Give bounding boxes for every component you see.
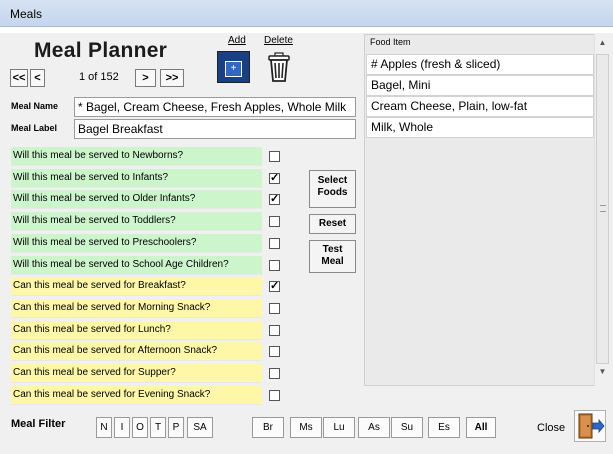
add-button[interactable]: +	[217, 51, 250, 83]
question-label: Can this meal be served for Breakfast?	[11, 277, 262, 297]
question-checkbox[interactable]: ✓	[269, 281, 280, 293]
filter-button-br[interactable]: Br	[252, 417, 284, 438]
question-label: Will this meal be served to School Age C…	[11, 255, 262, 275]
test-meal-line2: Meal	[321, 256, 344, 267]
question-label: Will this meal be served to Preschoolers…	[11, 233, 262, 253]
add-label[interactable]: Add	[228, 35, 246, 46]
select-foods-button[interactable]: Select Foods	[309, 170, 356, 208]
filter-button-as[interactable]: As	[358, 417, 390, 438]
question-checkbox[interactable]	[269, 259, 280, 271]
scroll-up-arrow-icon[interactable]: ▲	[596, 38, 609, 47]
filter-button-su[interactable]: Su	[391, 417, 423, 438]
filter-button-ms[interactable]: Ms	[290, 417, 322, 438]
test-meal-button[interactable]: Test Meal	[309, 240, 356, 273]
food-list-item[interactable]: Milk, Whole	[366, 117, 594, 138]
window-title: Meals	[10, 7, 43, 21]
trash-can-icon	[268, 52, 290, 82]
question-label: Will this meal be served to Infants?	[11, 168, 262, 188]
meal-name-label: Meal Name	[11, 101, 59, 111]
next-record-button[interactable]: >	[135, 69, 156, 87]
question-label: Can this meal be served for Evening Snac…	[11, 385, 262, 405]
first-record-button[interactable]: <<	[10, 69, 28, 87]
question-checkbox[interactable]: ✓	[269, 172, 280, 184]
question-checkbox[interactable]	[269, 324, 280, 336]
meal-filter-label: Meal Filter	[11, 418, 66, 430]
reset-button[interactable]: Reset	[309, 214, 356, 234]
filter-button-n[interactable]: N	[96, 417, 112, 438]
previous-record-button[interactable]: <	[30, 69, 45, 87]
close-button[interactable]	[574, 410, 606, 442]
question-label: Can this meal be served for Supper?	[11, 364, 262, 383]
scroll-thumb[interactable]	[596, 54, 609, 364]
question-label: Will this meal be served to Newborns?	[11, 147, 262, 166]
filter-button-es[interactable]: Es	[428, 417, 460, 438]
question-checkbox[interactable]	[269, 346, 280, 358]
meal-name-field[interactable]: * Bagel, Cream Cheese, Fresh Apples, Who…	[74, 97, 356, 117]
question-label: Will this meal be served to Toddlers?	[11, 212, 262, 232]
scroll-down-arrow-icon[interactable]: ▼	[596, 367, 609, 376]
filter-button-o[interactable]: O	[132, 417, 148, 438]
filter-button-p[interactable]: P	[168, 417, 184, 438]
close-label[interactable]: Close	[537, 422, 565, 434]
question-checkbox[interactable]: ✓	[269, 194, 280, 206]
question-checkbox[interactable]	[269, 368, 280, 379]
meal-label-label: Meal Label	[11, 123, 58, 133]
food-list-item[interactable]: Cream Cheese, Plain, low-fat	[366, 96, 594, 117]
question-checkbox[interactable]	[269, 216, 280, 228]
filter-button-t[interactable]: T	[150, 417, 166, 438]
test-meal-line1: Test	[322, 244, 343, 255]
question-checkbox[interactable]	[269, 151, 280, 162]
filter-button-all[interactable]: All	[466, 417, 496, 438]
scroll-grip-icon	[600, 205, 606, 212]
page-title: Meal Planner	[34, 39, 168, 62]
meal-label-field[interactable]: Bagel Breakfast	[74, 119, 356, 139]
meals-window: Meals Meal Planner << < 1 of 152 > >> Ad…	[0, 0, 613, 454]
filter-button-i[interactable]: I	[114, 417, 130, 438]
food-list-header: Food Item	[370, 37, 411, 47]
select-foods-line1: Select	[317, 175, 348, 186]
top-strip	[0, 27, 613, 33]
question-checkbox[interactable]	[269, 237, 280, 249]
exit-door-icon	[578, 413, 605, 439]
question-label: Can this meal be served for Morning Snac…	[11, 298, 262, 318]
record-counter: 1 of 152	[79, 71, 119, 83]
question-label: Can this meal be served for Lunch?	[11, 320, 262, 340]
delete-button[interactable]	[263, 51, 295, 83]
question-label: Can this meal be served for Afternoon Sn…	[11, 342, 262, 362]
question-checkbox[interactable]	[269, 389, 280, 401]
select-foods-line2: Foods	[317, 187, 348, 198]
question-checkbox[interactable]	[269, 302, 280, 314]
delete-label[interactable]: Delete	[264, 35, 293, 46]
filter-button-lu[interactable]: Lu	[323, 417, 355, 438]
food-list-item[interactable]: Bagel, Mini	[366, 75, 594, 96]
last-record-button[interactable]: >>	[160, 69, 184, 87]
question-label: Will this meal be served to Older Infant…	[11, 190, 262, 210]
window-titlebar: Meals	[0, 0, 613, 27]
food-list-item[interactable]: # Apples (fresh & sliced)	[366, 54, 594, 75]
filter-button-sa[interactable]: SA	[187, 417, 213, 438]
add-record-icon: +	[225, 61, 242, 77]
